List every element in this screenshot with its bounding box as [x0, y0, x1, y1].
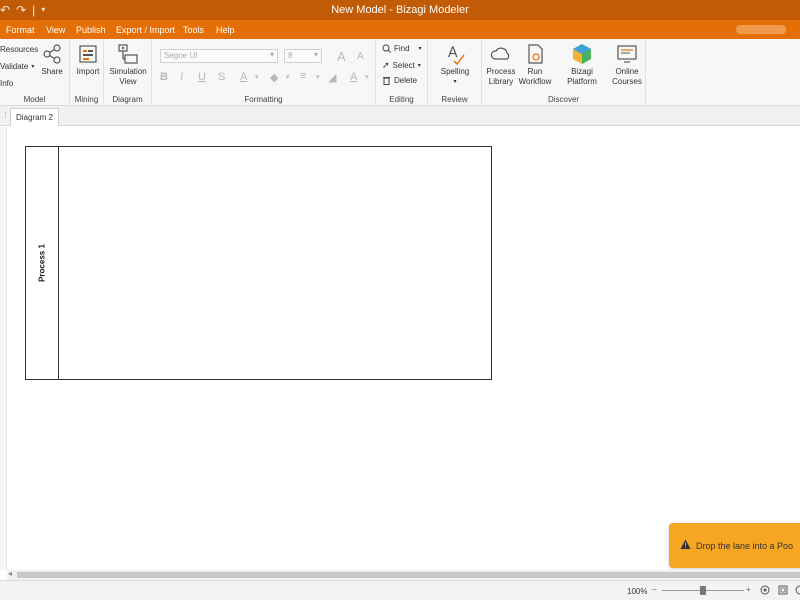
zoom-slider-thumb[interactable] — [700, 586, 706, 595]
pool-header[interactable]: Process 1 — [26, 147, 59, 379]
group-label-model: Model — [23, 95, 46, 104]
menu-view[interactable]: View — [46, 25, 65, 35]
left-ruler — [0, 127, 7, 570]
zoom-out-icon[interactable]: − — [652, 585, 657, 594]
process-pool[interactable]: Process 1 — [25, 146, 492, 380]
chevron-down-icon: ▾ — [417, 63, 421, 69]
group-label-mining: Mining — [74, 95, 99, 104]
fit-page-icon[interactable] — [760, 585, 770, 595]
actual-size-icon[interactable] — [778, 585, 788, 595]
scrollbar-thumb[interactable] — [17, 572, 800, 578]
search-icon — [382, 44, 391, 53]
underline-icon[interactable]: U — [198, 71, 206, 83]
pool-name: Process 1 — [37, 244, 47, 282]
font-color-icon[interactable]: A — [240, 71, 247, 83]
simulation-icon — [118, 44, 138, 64]
grow-font-icon[interactable]: A — [337, 49, 346, 64]
online-courses-button[interactable]: Online Courses — [610, 43, 644, 87]
bizagi-logo-icon — [573, 44, 591, 64]
title-bar: ↶ ↷ | ▾ New Model - Bizagi Modeler — [0, 0, 800, 20]
user-account[interactable] — [736, 25, 786, 34]
fill-color-icon[interactable]: ◆ — [270, 71, 278, 84]
run-workflow-button[interactable]: Run Workflow — [518, 43, 552, 87]
horizontal-scrollbar[interactable]: ◂ — [7, 569, 800, 580]
chevron-down-icon: ▾ — [31, 64, 35, 70]
simulation-view-button[interactable]: Simulation View — [107, 43, 149, 87]
select-button[interactable]: ➚ Select ▾ — [382, 60, 421, 71]
group-label-diagram: Diagram — [112, 95, 143, 104]
resources-button[interactable]: Resources — [0, 45, 38, 54]
diagram-tabs: ⋮ Diagram 2 — [0, 106, 800, 126]
find-button[interactable]: Find ▾ — [382, 44, 422, 53]
validate-button[interactable]: Validate ▾ — [0, 62, 34, 71]
menu-tools[interactable]: Tools — [183, 25, 204, 35]
import-icon — [79, 45, 97, 63]
chevron-down-icon[interactable]: ▾ — [365, 73, 369, 81]
bold-icon[interactable]: B — [160, 71, 168, 83]
chevron-down-icon[interactable]: ▾ — [286, 73, 290, 81]
group-review: A Spelling ▾ Review — [428, 39, 482, 106]
italic-icon[interactable]: I — [180, 71, 183, 83]
font-family-select[interactable]: Segoe UI ▾ — [160, 49, 278, 63]
group-formatting: Segoe UI ▾ 8 ▾ A A B I U S A ▾ ◆ ▾ ≡ ▾ ◢… — [152, 39, 376, 106]
group-label-formatting: Formatting — [244, 95, 283, 104]
group-model: Resources Validate ▾ Info Share Model — [0, 39, 70, 106]
chevron-down-icon[interactable]: ▾ — [255, 73, 259, 81]
chevron-down-icon[interactable]: ▾ — [316, 73, 320, 81]
group-label-review: Review — [441, 95, 468, 104]
group-editing: Find ▾ ➚ Select ▾ Delete Editing — [376, 39, 428, 106]
notification-toast: Drop the lane into a Poo — [669, 523, 800, 568]
cursor-icon: ➚ — [382, 60, 390, 70]
scroll-left-icon[interactable]: ◂ — [8, 569, 12, 578]
info-button[interactable]: Info — [0, 79, 13, 88]
status-bar: 100% − + — [0, 580, 800, 600]
zoom-in-icon[interactable]: + — [746, 585, 751, 594]
window-title: New Model - Bizagi Modeler — [331, 4, 469, 16]
line-color-icon[interactable]: ◢ — [328, 71, 336, 84]
group-discover: Process Library Run Workflow Bizagi Plat… — [482, 39, 646, 106]
group-diagram: Simulation View Diagram — [104, 39, 152, 106]
text-color-icon[interactable]: A — [350, 71, 357, 83]
warning-icon — [680, 539, 691, 549]
delete-button[interactable]: Delete — [382, 76, 417, 85]
spelling-button[interactable]: A Spelling ▾ — [438, 43, 472, 87]
zoom-level: 100% — [627, 587, 648, 596]
trash-icon — [383, 77, 390, 85]
group-label-editing: Editing — [389, 95, 414, 104]
menu-help[interactable]: Help — [216, 25, 235, 35]
cloud-icon — [490, 47, 510, 60]
chevron-down-icon: ▾ — [453, 79, 457, 85]
spelling-icon: A — [448, 45, 465, 65]
share-button[interactable]: Share — [40, 43, 64, 77]
svg-text:A: A — [448, 45, 458, 61]
strikethrough-icon[interactable]: S — [218, 71, 225, 83]
group-label-discover: Discover — [547, 95, 580, 104]
menu-publish[interactable]: Publish — [76, 25, 106, 35]
toast-message: Drop the lane into a Poo — [696, 541, 794, 551]
chevron-down-icon: ▾ — [418, 46, 422, 52]
tab-diagram-2[interactable]: Diagram 2 — [10, 108, 59, 126]
menu-export-import[interactable]: Export / Import — [116, 25, 175, 35]
import-button[interactable]: Import — [74, 43, 102, 77]
menu-bar: Format View Publish Export / Import Tool… — [0, 20, 800, 39]
bizagi-platform-button[interactable]: Bizagi Platform — [556, 43, 608, 87]
tab-scroll-icon[interactable]: ⋮ — [2, 111, 9, 119]
menu-format[interactable]: Format — [6, 25, 35, 35]
font-size-select[interactable]: 8 ▾ — [284, 49, 322, 63]
chevron-down-icon: ▾ — [313, 50, 318, 59]
group-mining: Import Mining — [70, 39, 104, 106]
zoom-icon[interactable] — [795, 585, 800, 595]
align-icon[interactable]: ≡ — [300, 70, 306, 82]
process-library-button[interactable]: Process Library — [486, 43, 516, 87]
shrink-font-icon[interactable]: A — [357, 51, 364, 62]
share-icon — [43, 44, 61, 64]
document-gear-icon — [528, 44, 543, 64]
ribbon: Resources Validate ▾ Info Share Model Im… — [0, 39, 800, 106]
chevron-down-icon: ▾ — [269, 50, 274, 59]
courses-icon — [617, 45, 637, 63]
